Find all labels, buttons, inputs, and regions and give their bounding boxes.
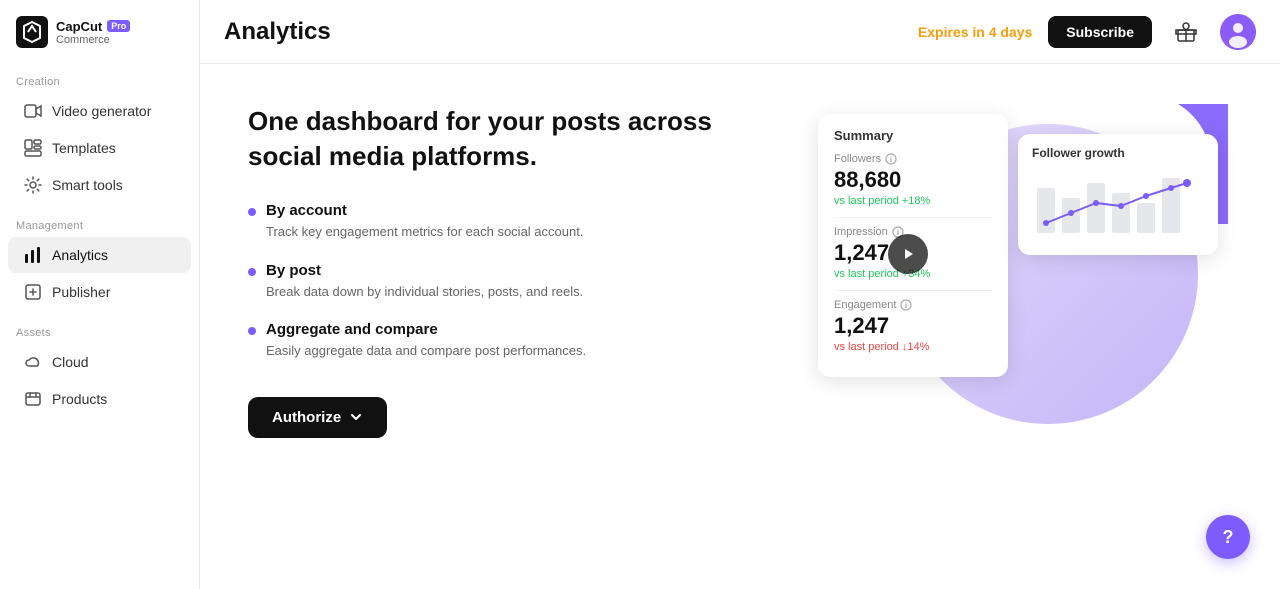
video-icon <box>24 102 42 120</box>
chevron-down-icon <box>349 410 363 424</box>
sidebar-item-video-generator[interactable]: Video generator <box>8 93 191 129</box>
sidebar-section-label-creation: Creation <box>0 68 199 92</box>
follower-growth-card: Follower growth <box>1018 134 1218 255</box>
feature-aggregate: Aggregate and compare Easily aggregate d… <box>248 321 768 361</box>
sidebar-item-label: Publisher <box>52 284 110 300</box>
header-right: Expires in 4 days Subscribe <box>918 14 1256 50</box>
cloud-icon <box>24 353 42 371</box>
sidebar-item-analytics[interactable]: Analytics <box>8 237 191 273</box>
info-icon <box>885 153 897 165</box>
sidebar-item-label: Video generator <box>52 103 151 119</box>
bullet-dot <box>248 208 256 216</box>
info-icon <box>900 299 912 311</box>
sidebar-item-publisher[interactable]: Publisher <box>8 274 191 310</box>
subscribe-button[interactable]: Subscribe <box>1048 16 1152 48</box>
user-avatar[interactable] <box>1220 14 1256 50</box>
main-content: Analytics Expires in 4 days Subscribe On… <box>200 0 1280 589</box>
authorize-button[interactable]: Authorize <box>248 397 387 438</box>
gift-icon <box>1175 21 1197 43</box>
sidebar-item-label: Products <box>52 391 107 407</box>
sidebar: CapCut Pro Commerce Creation Video gener… <box>0 0 200 589</box>
engagement-label: Engagement <box>834 299 992 311</box>
growth-chart <box>1032 168 1202 238</box>
feature-title: By account <box>266 202 583 219</box>
templates-icon <box>24 139 42 157</box>
header: Analytics Expires in 4 days Subscribe <box>200 0 1280 64</box>
summary-card-title: Summary <box>834 128 992 143</box>
sidebar-section-management: Management Analytics Publisher <box>0 212 199 311</box>
help-button[interactable]: ? <box>1206 515 1250 559</box>
followers-change: vs last period +18% <box>834 195 992 207</box>
feature-desc: Break data down by individual stories, p… <box>266 282 583 302</box>
logo-badge: Pro <box>107 20 130 32</box>
sidebar-item-products[interactable]: Products <box>8 381 191 417</box>
sidebar-section-creation: Creation Video generator Templates Smart… <box>0 68 199 204</box>
feature-title: Aggregate and compare <box>266 321 586 338</box>
logo-name: CapCut <box>56 19 102 34</box>
bullet-dot <box>248 327 256 335</box>
engagement-change: vs last period ↓14% <box>834 341 992 353</box>
feature-desc: Easily aggregate data and compare post p… <box>266 341 586 361</box>
feature-list: By account Track key engagement metrics … <box>248 202 768 361</box>
sidebar-item-label: Analytics <box>52 247 108 263</box>
help-icon: ? <box>1223 527 1234 548</box>
sidebar-section-assets: Assets Cloud Products <box>0 319 199 418</box>
play-icon <box>900 246 916 262</box>
sidebar-item-label: Templates <box>52 140 116 156</box>
followers-value: 88,680 <box>834 167 992 193</box>
publisher-icon <box>24 283 42 301</box>
sidebar-item-label: Cloud <box>52 354 89 370</box>
sidebar-section-label-assets: Assets <box>0 319 199 343</box>
sidebar-item-label: Smart tools <box>52 177 123 193</box>
sidebar-item-cloud[interactable]: Cloud <box>8 344 191 380</box>
right-panel: Summary Followers 88,680 vs last period … <box>808 104 1228 557</box>
feature-title: By post <box>266 262 583 279</box>
play-button[interactable] <box>888 234 928 274</box>
sidebar-item-templates[interactable]: Templates <box>8 130 191 166</box>
avatar-image <box>1220 14 1256 50</box>
expires-text: Expires in 4 days <box>918 24 1032 40</box>
growth-card-title: Follower growth <box>1032 146 1204 160</box>
logo-icon <box>16 16 48 48</box>
left-content: One dashboard for your posts across soci… <box>248 104 768 557</box>
sidebar-item-smart-tools[interactable]: Smart tools <box>8 167 191 203</box>
logo-subname: Commerce <box>56 34 130 46</box>
feature-by-account: By account Track key engagement metrics … <box>248 202 768 242</box>
bullet-dot <box>248 268 256 276</box>
logo: CapCut Pro Commerce <box>0 16 199 68</box>
gift-icon-button[interactable] <box>1168 14 1204 50</box>
content-area: One dashboard for your posts across soci… <box>200 64 1280 589</box>
feature-desc: Track key engagement metrics for each so… <box>266 222 583 242</box>
page-title: Analytics <box>224 18 331 46</box>
sidebar-section-label-management: Management <box>0 212 199 236</box>
followers-label: Followers <box>834 153 992 165</box>
analytics-icon <box>24 246 42 264</box>
feature-by-post: By post Break data down by individual st… <box>248 262 768 302</box>
main-heading: One dashboard for your posts across soci… <box>248 104 768 174</box>
products-icon <box>24 390 42 408</box>
engagement-value: 1,247 <box>834 313 992 339</box>
smart-tools-icon <box>24 176 42 194</box>
